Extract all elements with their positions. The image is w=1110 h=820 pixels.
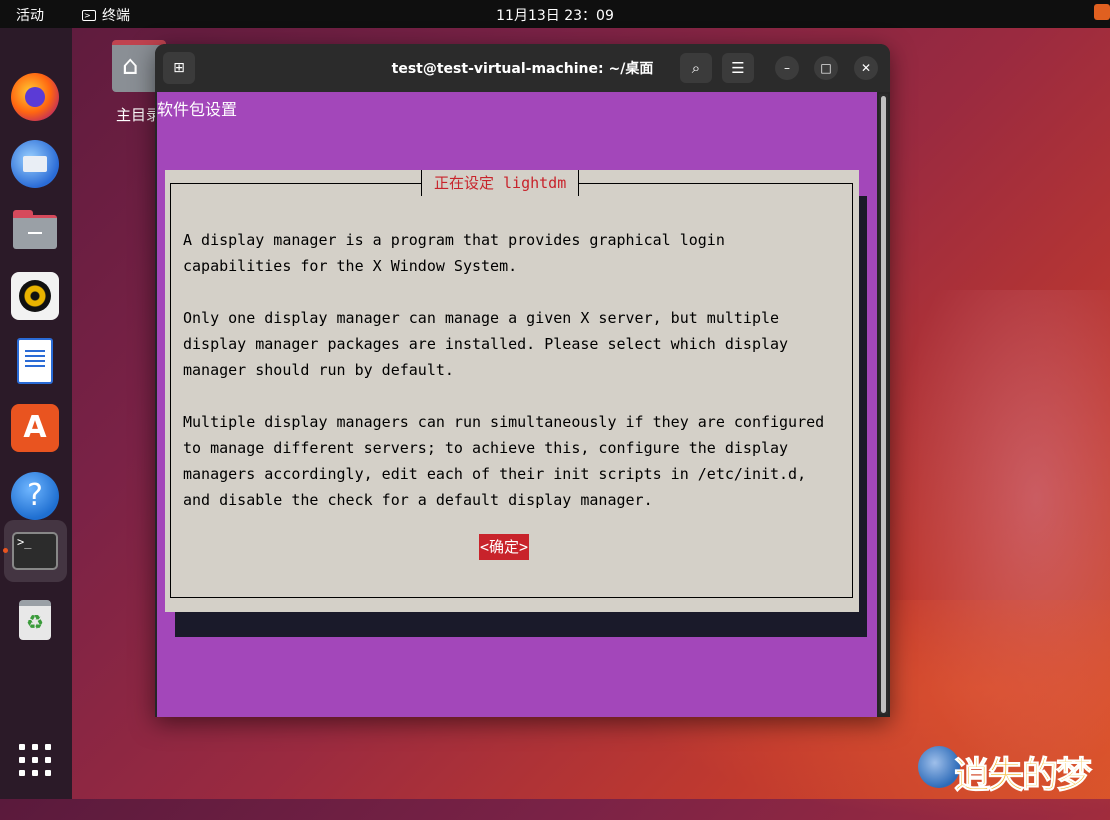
terminal-icon[interactable]: >_ xyxy=(12,532,58,570)
files-icon[interactable] xyxy=(11,206,59,254)
menu-button[interactable]: ☰ xyxy=(722,53,754,83)
dialog-paragraph: A display manager is a program that prov… xyxy=(183,231,725,275)
firefox-icon[interactable] xyxy=(11,73,59,121)
package-config-title: 软件包设置 xyxy=(157,100,238,119)
scrollbar-thumb[interactable] xyxy=(881,96,886,713)
search-button[interactable]: ⌕ xyxy=(680,53,712,83)
running-indicator xyxy=(3,548,8,553)
watermark-logo: 逍失的梦 xyxy=(918,742,1108,797)
dialog-body: A display manager is a program that prov… xyxy=(183,227,843,539)
clock[interactable]: 11月13日 23：09 xyxy=(0,5,1110,25)
rhythmbox-icon[interactable] xyxy=(11,272,59,320)
top-bar: 活动 > 终端 11月13日 23：09 xyxy=(0,0,1110,28)
dock: A ? >_ ♻ xyxy=(0,28,72,799)
lightdm-dialog: 正在设定 lightdm A display manager is a prog… xyxy=(165,170,859,612)
terminal-window: ⊞ test@test-virtual-machine: ~/桌面 ⌕ ☰ – … xyxy=(155,44,890,717)
system-tray-icon[interactable] xyxy=(1094,4,1110,20)
window-header[interactable]: ⊞ test@test-virtual-machine: ~/桌面 ⌕ ☰ – … xyxy=(155,44,890,92)
dialog-paragraph: Multiple display managers can run simult… xyxy=(183,413,825,509)
libreoffice-writer-icon[interactable] xyxy=(11,338,59,386)
maximize-button[interactable]: □ xyxy=(814,56,838,80)
ok-button[interactable]: <确定> xyxy=(479,534,530,560)
app-store-icon[interactable]: A xyxy=(11,404,59,452)
dialog-title: 正在设定 lightdm xyxy=(421,170,580,196)
trash-icon[interactable]: ♻ xyxy=(11,596,59,644)
show-apps-icon[interactable] xyxy=(11,740,59,788)
help-icon[interactable]: ? xyxy=(11,472,59,520)
thunderbird-icon[interactable] xyxy=(11,140,59,188)
minimize-button[interactable]: – xyxy=(775,56,799,80)
close-button[interactable]: ✕ xyxy=(854,56,878,80)
dialog-paragraph: Only one display manager can manage a gi… xyxy=(183,309,789,379)
watermark-text: 逍失的梦 xyxy=(953,755,1092,797)
